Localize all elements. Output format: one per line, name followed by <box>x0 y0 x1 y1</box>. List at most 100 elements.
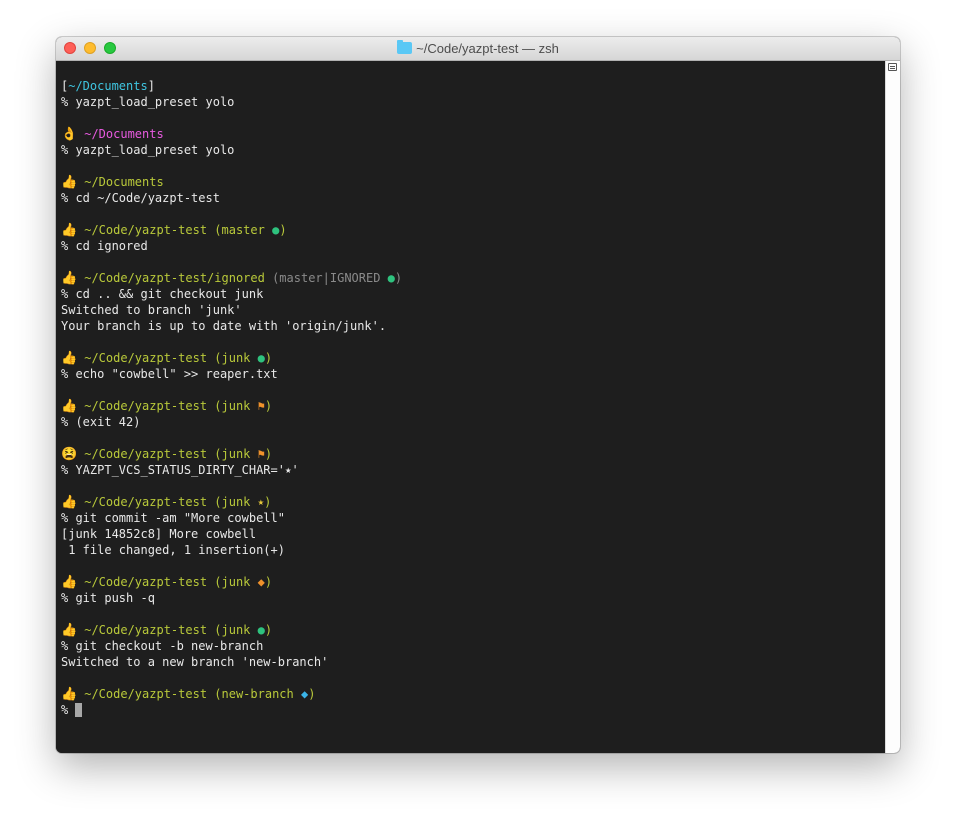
terminal-text: % cd ~/Code/yazpt-test <box>61 191 220 205</box>
terminal-text: ~/Documents <box>77 175 164 189</box>
prompt-emoji-icon: 👍 <box>61 687 78 702</box>
prompt-emoji-icon: 👍 <box>61 351 78 366</box>
terminal-text: ~/Documents <box>68 79 148 93</box>
terminal-text: (junk <box>214 399 258 413</box>
terminal-text: % git commit -am "More cowbell" <box>61 511 285 525</box>
prompt-emoji-icon: 😫 <box>61 447 78 462</box>
terminal-line: Switched to branch 'junk' <box>61 302 402 318</box>
terminal-text: (junk <box>214 575 258 589</box>
terminal-text: ⚑ <box>257 447 265 461</box>
terminal-text: ) <box>264 399 273 413</box>
terminal-line: % cd .. && git checkout junk <box>61 286 402 302</box>
terminal-text: % YAZPT_VCS_STATUS_DIRTY_CHAR='⭑' <box>61 463 299 477</box>
terminal-line: 👍 ~/Code/yazpt-test (master ●) <box>61 222 402 238</box>
terminal-line: % yazpt_load_preset yolo <box>61 94 402 110</box>
terminal-text: 1 file changed, 1 insertion(+) <box>61 543 285 557</box>
text-cursor[interactable] <box>75 703 83 717</box>
window-title-text: ~/Code/yazpt-test — zsh <box>416 41 559 56</box>
terminal-text: % git checkout -b new-branch <box>61 639 264 653</box>
terminal-output: [~/Documents]% yazpt_load_preset yolo 👌 ~… <box>61 78 402 718</box>
terminal-line: 👍 ~/Code/yazpt-test (junk ⚑) <box>61 398 402 414</box>
terminal-text: (master|IGNORED <box>272 271 388 285</box>
terminal-line: % (exit 42) <box>61 414 402 430</box>
terminal-line: % cd ignored <box>61 238 402 254</box>
terminal-text: % git push -q <box>61 591 155 605</box>
prompt-emoji-icon: 👍 <box>61 495 78 510</box>
terminal-text: (new-branch <box>214 687 301 701</box>
terminal-line: 👍 ~/Code/yazpt-test (new-branch ◆) <box>61 686 402 702</box>
terminal-line: 👍 ~/Code/yazpt-test (junk ●) <box>61 622 402 638</box>
prompt-emoji-icon: 👍 <box>61 175 78 190</box>
prompt-emoji-icon: 👍 <box>61 271 78 286</box>
terminal-text: ) <box>308 687 316 701</box>
terminal-text: ~/Code/yazpt-test <box>77 495 215 509</box>
terminal-line: 👍 ~/Code/yazpt-test (junk ⭑) <box>61 494 402 510</box>
terminal-text: Switched to a new branch 'new-branch' <box>61 655 329 669</box>
terminal-text: (junk <box>214 495 258 509</box>
terminal-text: ~/Documents <box>77 127 164 141</box>
terminal-line: 👌 ~/Documents <box>61 126 402 142</box>
terminal-text: ) <box>264 351 273 365</box>
terminal-text: ⚑ <box>257 399 265 413</box>
terminal-text: ~/Code/yazpt-test/ignored <box>77 271 273 285</box>
terminal-line: 1 file changed, 1 insertion(+) <box>61 542 402 558</box>
terminal-text: Your branch is up to date with 'origin/j… <box>61 319 387 333</box>
terminal-text: ● <box>387 271 395 285</box>
terminal-text: % echo "cowbell" >> reaper.txt <box>61 367 278 381</box>
terminal-text: ~/Code/yazpt-test <box>77 447 215 461</box>
terminal-text: ~/Code/yazpt-test <box>77 223 215 237</box>
terminal-window: ~/Code/yazpt-test — zsh [~/Documents]% y… <box>56 37 900 753</box>
prompt-emoji-icon: 👌 <box>61 127 78 142</box>
folder-icon <box>397 40 413 54</box>
terminal-line: 👍 ~/Code/yazpt-test (junk ◆) <box>61 574 402 590</box>
terminal-line: 😫 ~/Code/yazpt-test (junk ⚑) <box>61 446 402 462</box>
terminal-content[interactable]: [~/Documents]% yazpt_load_preset yolo 👌 ~… <box>56 61 886 753</box>
terminal-text: % cd .. && git checkout junk <box>61 287 264 301</box>
terminal-line: % YAZPT_VCS_STATUS_DIRTY_CHAR='⭑' <box>61 462 402 478</box>
terminal-text: ● <box>257 351 265 365</box>
terminal-text: ● <box>257 623 265 637</box>
terminal-text: ~/Code/yazpt-test <box>77 399 215 413</box>
prompt-emoji-icon: 👍 <box>61 623 78 638</box>
terminal-text: (junk <box>214 351 258 365</box>
terminal-text: (master <box>214 223 273 237</box>
terminal-line: Switched to a new branch 'new-branch' <box>61 654 402 670</box>
terminal-text: (junk <box>214 623 258 637</box>
terminal-text: % (exit 42) <box>61 415 141 429</box>
terminal-text: ) <box>264 495 272 509</box>
terminal-line: % git checkout -b new-branch <box>61 638 402 654</box>
terminal-text: ~/Code/yazpt-test <box>77 687 215 701</box>
terminal-text: Switched to branch 'junk' <box>61 303 242 317</box>
window-title: ~/Code/yazpt-test — zsh <box>56 40 900 56</box>
scrollbar[interactable] <box>885 61 900 753</box>
terminal-text: ) <box>264 575 273 589</box>
terminal-line: % echo "cowbell" >> reaper.txt <box>61 366 402 382</box>
terminal-text: ) <box>264 623 273 637</box>
terminal-line: [junk 14852c8] More cowbell <box>61 526 402 542</box>
terminal-line: % cd ~/Code/yazpt-test <box>61 190 402 206</box>
terminal-line: % git push -q <box>61 590 402 606</box>
terminal-text: ) <box>394 271 403 285</box>
terminal-text: % yazpt_load_preset yolo <box>61 95 235 109</box>
terminal-line: 👍 ~/Code/yazpt-test/ignored (master|IGNO… <box>61 270 402 286</box>
title-bar[interactable]: ~/Code/yazpt-test — zsh <box>56 37 900 61</box>
terminal-text: [junk 14852c8] More cowbell <box>61 527 257 541</box>
scrollbar-menu-icon[interactable] <box>888 63 897 71</box>
prompt-emoji-icon: 👍 <box>61 399 78 414</box>
terminal-text: ) <box>279 223 287 237</box>
terminal-text: % yazpt_load_preset yolo <box>61 143 235 157</box>
terminal-text: (junk <box>214 447 258 461</box>
terminal-text: ] <box>147 79 155 93</box>
terminal-text: ◆ <box>257 575 265 589</box>
terminal-text: ~/Code/yazpt-test <box>77 575 215 589</box>
